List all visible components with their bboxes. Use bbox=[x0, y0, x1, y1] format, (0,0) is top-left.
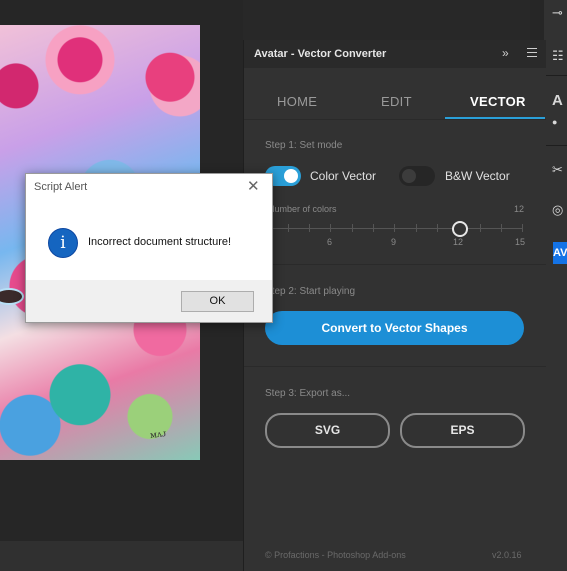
section-separator bbox=[244, 366, 546, 367]
tools-icon[interactable]: ✂ bbox=[552, 162, 563, 178]
colors-slider-value: 12 bbox=[514, 204, 525, 214]
double-chevron-right-icon[interactable]: » bbox=[502, 46, 509, 60]
slider-tick bbox=[373, 224, 374, 232]
color-vector-label: Color Vector bbox=[310, 169, 377, 183]
tab-edit[interactable]: EDIT bbox=[381, 94, 412, 109]
slider-tick bbox=[416, 224, 417, 232]
slider-tick bbox=[288, 224, 289, 232]
dialog-footer: OK bbox=[26, 280, 272, 322]
section-separator bbox=[244, 264, 546, 265]
brush-icon[interactable]: ◎ bbox=[552, 202, 563, 218]
export-svg-button[interactable]: SVG bbox=[265, 413, 390, 448]
script-alert-dialog: Script Alert ✕ i Incorrect document stru… bbox=[25, 173, 273, 323]
toggle-knob bbox=[402, 169, 416, 183]
adjust-icon[interactable]: ⊸ bbox=[552, 5, 563, 21]
slider-tick bbox=[330, 224, 331, 232]
slider-tick-label: 12 bbox=[453, 237, 464, 247]
ok-button[interactable]: OK bbox=[181, 291, 254, 312]
convert-to-vector-button[interactable]: Convert to Vector Shapes bbox=[265, 311, 524, 345]
colors-slider-track[interactable] bbox=[268, 228, 522, 229]
slider-tick bbox=[394, 224, 395, 232]
slider-tick bbox=[352, 224, 353, 232]
tab-home[interactable]: HOME bbox=[277, 94, 317, 109]
footer-version: v2.0.16 bbox=[492, 550, 522, 560]
toggle-knob bbox=[284, 169, 298, 183]
info-icon: i bbox=[48, 228, 78, 258]
slider-tick-label: 9 bbox=[391, 237, 397, 247]
step1-label: Step 1: Set mode bbox=[265, 140, 343, 151]
dialog-message: Incorrect document structure! bbox=[88, 236, 232, 248]
vector-converter-panel: Avatar - Vector Converter » HOME EDIT VE… bbox=[243, 40, 546, 571]
footer-credit: © Profactions - Photoshop Add-ons bbox=[265, 550, 406, 560]
bw-vector-label: B&W Vector bbox=[445, 169, 510, 183]
bw-vector-toggle[interactable] bbox=[399, 166, 435, 186]
tab-separator bbox=[244, 119, 546, 120]
artwork-signature: ᴍʌᴊ bbox=[149, 428, 168, 442]
step3-label: Step 3: Export as... bbox=[265, 388, 351, 399]
strip-separator bbox=[544, 75, 567, 76]
hamburger-menu-icon[interactable] bbox=[527, 48, 537, 60]
tab-bar: HOME EDIT VECTOR bbox=[244, 68, 546, 120]
paragraph-icon[interactable]: ● bbox=[552, 117, 557, 127]
step2-label: Step 2: Start playing bbox=[265, 286, 356, 297]
slider-tick bbox=[480, 224, 481, 232]
export-eps-button[interactable]: EPS bbox=[400, 413, 525, 448]
slider-tick-label: 6 bbox=[327, 237, 333, 247]
slider-tick bbox=[522, 224, 523, 232]
canvas-status-bar bbox=[0, 541, 243, 571]
tab-vector[interactable]: VECTOR bbox=[470, 94, 526, 109]
panel-header: Avatar - Vector Converter » bbox=[244, 40, 546, 68]
character-icon[interactable]: A bbox=[552, 92, 563, 109]
artwork-eye bbox=[0, 288, 24, 305]
colors-slider-thumb[interactable] bbox=[452, 221, 468, 237]
slider-tick-label: 15 bbox=[515, 237, 526, 247]
panel-body: HOME EDIT VECTOR Step 1: Set mode Color … bbox=[244, 68, 546, 571]
colors-slider-label: Number of colors bbox=[268, 204, 337, 214]
slider-tick bbox=[437, 224, 438, 232]
slider-tick bbox=[501, 224, 502, 232]
avatar-panel-tab[interactable]: AV bbox=[553, 242, 567, 264]
close-icon[interactable]: ✕ bbox=[247, 177, 260, 195]
slider-tick bbox=[309, 224, 310, 232]
panel-title: Avatar - Vector Converter bbox=[254, 48, 387, 60]
strip-separator bbox=[544, 145, 567, 146]
properties-icon[interactable]: ☷ bbox=[552, 48, 564, 64]
dialog-title: Script Alert bbox=[34, 181, 88, 193]
